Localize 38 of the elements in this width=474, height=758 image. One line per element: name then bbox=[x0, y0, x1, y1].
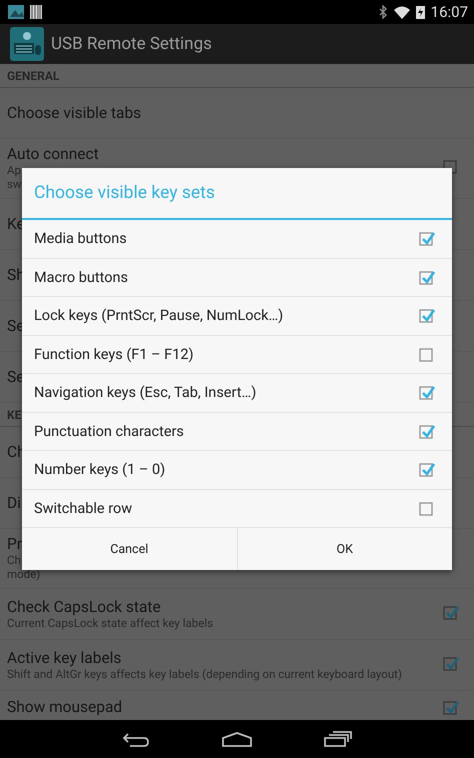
keyboard-app-icon[interactable] bbox=[10, 27, 44, 61]
bluetooth-icon bbox=[378, 5, 388, 19]
option-label[interactable]: Lock keys (PrntScr, Pause, NumLock…) bbox=[34, 307, 419, 324]
checkbox[interactable] bbox=[443, 654, 460, 672]
preference-title[interactable]: Di bbox=[7, 494, 21, 512]
app-title: USB Remote Settings bbox=[51, 34, 212, 54]
option-label[interactable]: Media buttons bbox=[34, 230, 419, 248]
checkbox[interactable] bbox=[419, 230, 436, 248]
preference-title[interactable]: Check CapsLock state bbox=[7, 598, 161, 616]
home-icon[interactable] bbox=[222, 732, 252, 746]
checkbox[interactable] bbox=[419, 461, 436, 478]
ok-button[interactable]: OK bbox=[238, 528, 452, 570]
wifi-icon bbox=[394, 6, 410, 18]
dialog-title: Choose visible key sets bbox=[22, 168, 452, 220]
checkbox[interactable] bbox=[419, 422, 436, 440]
option-label[interactable]: Navigation keys (Esc, Tab, Insert…) bbox=[34, 384, 419, 402]
option-label[interactable]: Function keys (F1 – F12) bbox=[34, 346, 419, 363]
status-time: 16:07 bbox=[430, 3, 468, 21]
option-label[interactable]: Switchable row bbox=[34, 500, 419, 517]
option-label[interactable]: Macro buttons bbox=[34, 268, 419, 286]
checkbox[interactable] bbox=[419, 268, 436, 286]
section-header: GENERAL bbox=[0, 64, 474, 88]
preference-title[interactable]: Auto connect bbox=[7, 146, 99, 163]
cancel-button[interactable]: Cancel bbox=[22, 528, 238, 570]
barcode-notification-icon bbox=[30, 5, 42, 19]
recent-apps-icon[interactable] bbox=[324, 731, 352, 747]
option-label[interactable]: Number keys (1 – 0) bbox=[34, 461, 419, 478]
checkbox[interactable] bbox=[443, 604, 460, 620]
battery-icon bbox=[416, 5, 425, 19]
checkbox[interactable] bbox=[419, 384, 436, 402]
preference-title[interactable]: Active key labels bbox=[7, 650, 122, 666]
preference-title[interactable]: Pr bbox=[7, 536, 22, 553]
checkbox[interactable] bbox=[443, 699, 460, 716]
preference-title[interactable]: Choose visible tabs bbox=[7, 104, 142, 122]
image-notification-icon bbox=[8, 5, 24, 19]
back-icon[interactable] bbox=[122, 731, 150, 747]
preference-title[interactable]: Show mousepad bbox=[7, 699, 122, 716]
checkbox[interactable] bbox=[419, 307, 436, 324]
